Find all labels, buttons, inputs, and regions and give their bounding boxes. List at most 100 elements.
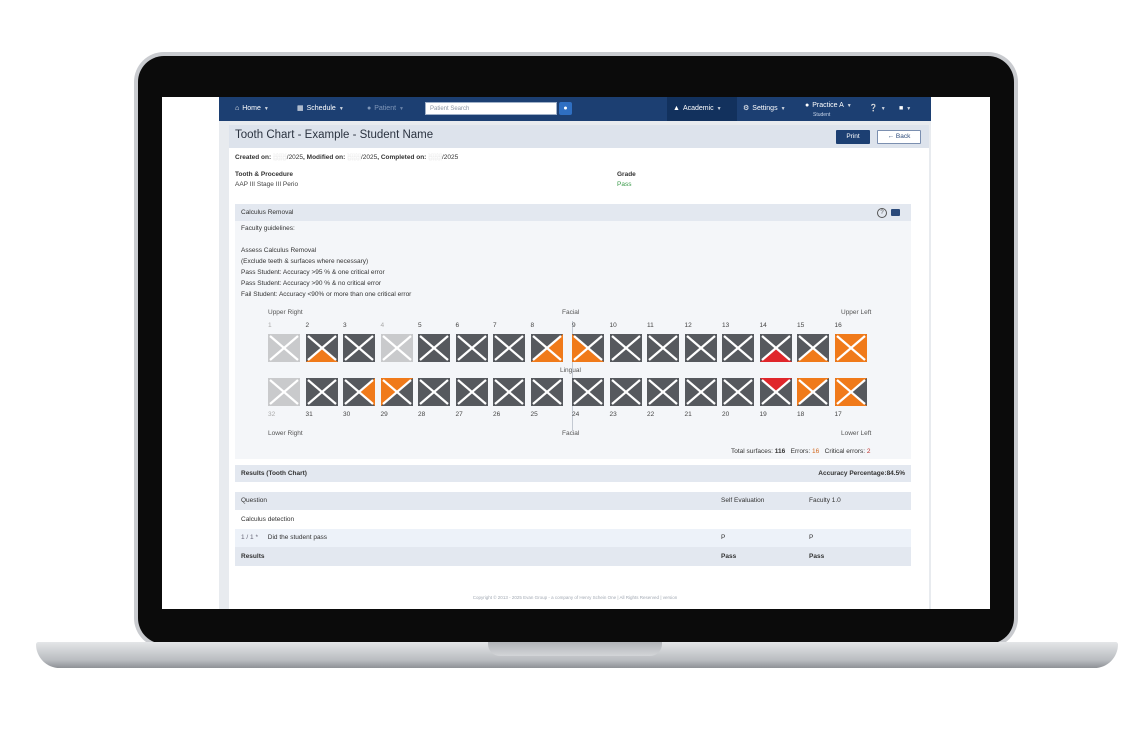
print-button[interactable]: Print [836,130,870,144]
chevron-down-icon: ▼ [263,106,269,112]
self-evaluation-value: P [721,534,726,541]
tooth-18[interactable] [797,378,829,406]
col-self-evaluation: Self Evaluation [721,497,765,504]
nav-help[interactable]: ❔ ▼ [869,97,886,121]
comment-icon[interactable] [891,209,900,216]
tooth-24[interactable] [572,378,604,406]
tooth-number: 13 [722,322,730,329]
chevron-down-icon: ▼ [780,106,786,112]
tooth-number: 15 [797,322,805,329]
accuracy-label: Accuracy Percentage: [818,470,887,477]
tooth-procedure-label: Tooth & Procedure [235,171,294,178]
tooth-4[interactable] [380,334,413,362]
graduation-cap-icon: ▲ [673,105,680,112]
chevron-down-icon: ▼ [716,106,722,112]
question-text: Did the student pass [267,534,328,541]
tooth-17[interactable] [834,378,867,406]
lingual-label: Lingual [560,367,581,374]
nav-home[interactable]: ⌂ Home ▼ [235,97,269,121]
modified-label: , Modified on: [303,154,346,161]
tooth-number: 11 [647,322,654,329]
tooth-22[interactable] [647,378,679,406]
questions-table-header: Question Self Evaluation Faculty 1.0 [235,492,911,510]
tooth-19[interactable] [759,378,792,406]
tooth-number: 26 [493,411,501,418]
tooth-7[interactable] [493,334,525,362]
tooth-26[interactable] [493,378,525,406]
tooth-number: 3 [343,322,347,329]
tooth-procedure-value: AAP III Stage III Perio [235,181,299,188]
tooth-16[interactable] [834,334,867,362]
tooth-15[interactable] [797,334,829,362]
results-tooth-chart-header: Results (Tooth Chart) Accuracy Percentag… [235,465,911,482]
question-group-label: Calculus detection [241,516,295,523]
section-title: Calculus Removal [241,209,294,216]
critical-errors-value: 2 [866,448,871,455]
help-icon: ❔ [869,105,878,112]
grade-value: Pass [617,181,632,188]
tooth-32[interactable] [268,378,300,406]
title-bar: Tooth Chart - Example - Student Name Pri… [229,125,929,148]
lower-right-label: Lower Right [268,430,303,437]
tooth-9[interactable] [572,334,604,362]
tooth-5[interactable] [418,334,450,362]
tooth-31[interactable] [305,378,338,406]
chat-icon: ■ [899,105,904,112]
nav-messages[interactable]: ■ ▼ [899,97,911,121]
col-question: Question [241,497,268,504]
nav-settings[interactable]: ⚙ Settings ▼ [743,97,786,121]
tooth-30[interactable] [343,378,375,406]
nav-patient[interactable]: ● Patient ▼ [367,97,404,121]
tooth-27[interactable] [455,378,488,406]
tooth-2[interactable] [305,334,338,362]
completed-redacted: ░░░ [428,154,442,161]
tooth-number: 23 [609,411,617,418]
tooth-number: 29 [380,411,388,418]
tooth-20[interactable] [722,378,754,406]
back-button[interactable]: ← Back [877,130,921,144]
tooth-number: 18 [797,411,805,418]
tooth-number: 2 [305,322,310,329]
patient-search-button[interactable]: ● [559,102,572,115]
chart-totals: Total surfaces: 116 Errors: 16 Critical … [731,448,871,455]
col-faculty: Faculty 1.0 [809,497,841,504]
nav-practice-role: Student [813,112,831,118]
upper-right-label: Upper Right [268,309,303,316]
app-window: ⌂ Home ▼ ▦ Schedule ▼ ● Patient ▼ Patien… [219,97,931,609]
tooth-12[interactable] [684,334,717,362]
tooth-23[interactable] [609,378,642,406]
tooth-10[interactable] [609,334,642,362]
question-index: 1 / 1 * [241,534,258,541]
tooth-13[interactable] [722,334,754,362]
arrow-left-icon: ← [887,133,895,140]
tooth-29[interactable] [380,378,413,406]
critical-errors-label: Critical errors: [824,448,866,455]
tooth-number: 8 [530,322,535,329]
tooth-14[interactable] [759,334,792,362]
nav-academic[interactable]: ▲ Academic ▼ [673,97,722,121]
help-circle-icon[interactable]: ? [877,208,887,218]
faculty-guidelines-heading: Faculty guidelines: [241,225,295,232]
tooth-6[interactable] [455,334,488,362]
tooth-1[interactable] [268,334,300,362]
calendar-icon: ▦ [297,105,304,112]
tooth-21[interactable] [684,378,717,406]
gear-icon: ⚙ [743,105,750,112]
tooth-number: 22 [647,411,655,418]
guideline-line: Pass Student: Accuracy >95 % & one criti… [241,269,385,276]
tooth-3[interactable] [343,334,375,362]
patient-search-input[interactable]: Patient Search [425,102,557,115]
tooth-number: 31 [305,411,313,418]
tooth-11[interactable] [647,334,679,362]
errors-value: 16 [811,448,820,455]
total-surfaces-label: Total surfaces: [731,448,773,455]
table-row[interactable]: 1 / 1 * Did the student pass P P [235,529,911,547]
tooth-28[interactable] [418,378,450,406]
tooth-8[interactable] [530,334,563,362]
laptop-bezel-notch [498,624,654,644]
footer-copyright: Copyright © 2013 - 2025 Evan Group - a c… [472,595,678,600]
tooth-25[interactable] [530,378,563,406]
tooth-number: 27 [455,411,463,418]
nav-schedule[interactable]: ▦ Schedule ▼ [297,97,344,121]
completed-label: , Completed on: [377,154,427,161]
